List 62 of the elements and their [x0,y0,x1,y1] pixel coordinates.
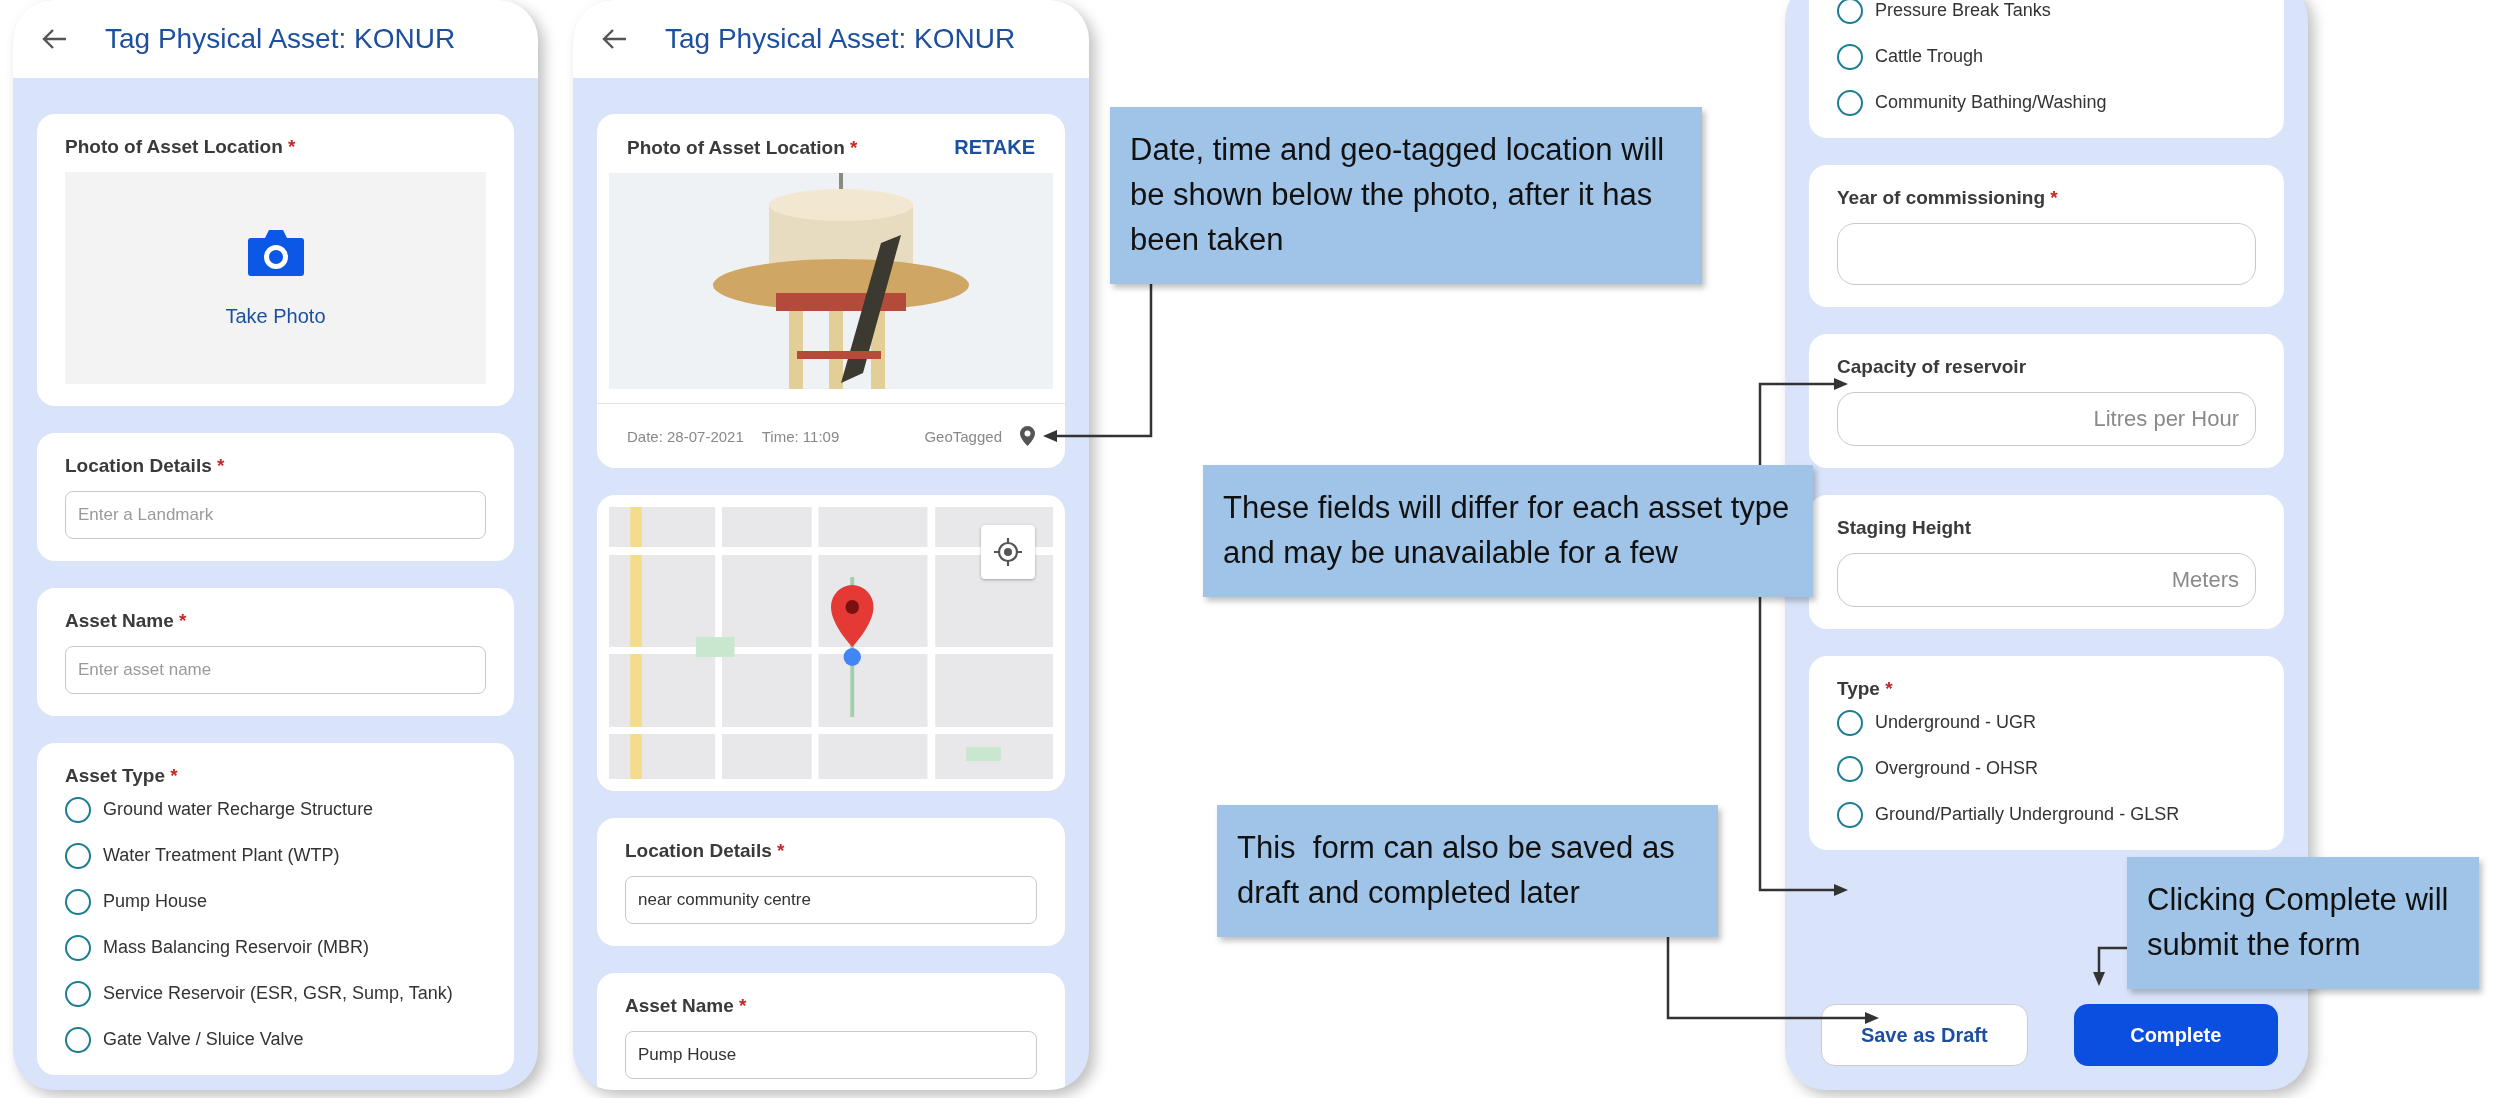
geotag-label: GeoTagged [924,427,1002,445]
callout-note: This form can also be saved as draft and completed later [1217,805,1718,937]
input-field[interactable] [1837,223,2256,285]
retake-button[interactable]: RETAKE [954,136,1035,159]
photo-date: Date: 28-07-2021 [627,427,744,445]
take-photo-button[interactable]: Take Photo [219,303,332,329]
option-label: Community Bathing/Washing [1875,92,2107,114]
input-field[interactable]: near community centre [625,876,1037,924]
option-label: Mass Balancing Reservoir (MBR) [103,937,370,959]
field-label: Location Details * [65,455,226,477]
connector-arrow [2093,946,2127,986]
save-draft-button[interactable]: Save as Draft [1821,1004,2028,1066]
screen-title: Tag Physical Asset: KONUR [105,23,456,55]
back-icon[interactable] [601,28,627,50]
location-pin-icon [1020,426,1035,446]
field-label: Staging Height [1837,517,1973,539]
input-field[interactable]: Enter asset name [65,646,486,694]
option-label: Service Reservoir (ESR, GSR, Sump, Tank) [103,983,453,1005]
input-field[interactable]: Enter a Landmark [65,491,486,539]
callout-note: Date, time and geo-tagged location will be shown below the photo, after it has been taken [1110,107,1702,284]
radio-button[interactable] [65,1027,91,1053]
input-field[interactable]: Meters [1837,553,2256,607]
field-label: Year of commissioning * [1837,187,2059,209]
option-label: Pump House [103,891,208,913]
radio-button[interactable] [1837,710,1863,736]
option-label: Cattle Trough [1875,46,1984,68]
radio-button[interactable] [1837,802,1863,828]
field-label: Asset Type * [65,765,179,787]
radio-button[interactable] [65,889,91,915]
input-field[interactable]: Pump House [625,1031,1037,1079]
input-field[interactable]: Litres per Hour [1837,392,2256,446]
radio-button[interactable] [1837,756,1863,782]
option-label: Overground - OHSR [1875,758,2039,780]
radio-button[interactable] [1837,0,1863,24]
complete-button[interactable]: Complete [2073,1004,2278,1066]
field-label: Type * [1837,678,1894,700]
field-label: Asset Name * [625,995,748,1017]
field-label: Capacity of reservoir [1837,356,2028,378]
field-label: Photo of Asset Location * [65,136,297,158]
radio-button[interactable] [65,843,91,869]
radio-button[interactable] [1837,44,1863,70]
field-label: Location Details * [625,840,786,862]
radio-button[interactable] [65,981,91,1007]
callout-note: Clicking Complete will submit the form [2127,857,2479,989]
photo-time: Time: 11:09 [761,427,840,445]
radio-button[interactable] [65,935,91,961]
option-label: Ground/Partially Underground - GLSR [1875,804,2180,826]
radio-button[interactable] [65,797,91,823]
option-label: Gate Valve / Sluice Valve [103,1029,304,1051]
callout-note: These fields will differ for each asset type and may be unavailable for a few [1203,465,1813,597]
option-label: Underground - UGR [1875,712,2037,734]
camera-icon[interactable] [246,227,305,278]
crosshair-icon [993,537,1023,567]
field-label: Asset Name * [65,610,188,632]
option-label: Water Treatment Plant (WTP) [103,845,340,867]
radio-button[interactable] [1837,90,1863,116]
back-icon[interactable] [41,28,67,50]
field-label: Photo of Asset Location * [627,136,858,159]
option-label: Ground water Recharge Structure [103,799,374,821]
option-label: Pressure Break Tanks [1875,0,2051,22]
screen-title: Tag Physical Asset: KONUR [665,23,1016,55]
locate-button[interactable] [981,525,1035,579]
